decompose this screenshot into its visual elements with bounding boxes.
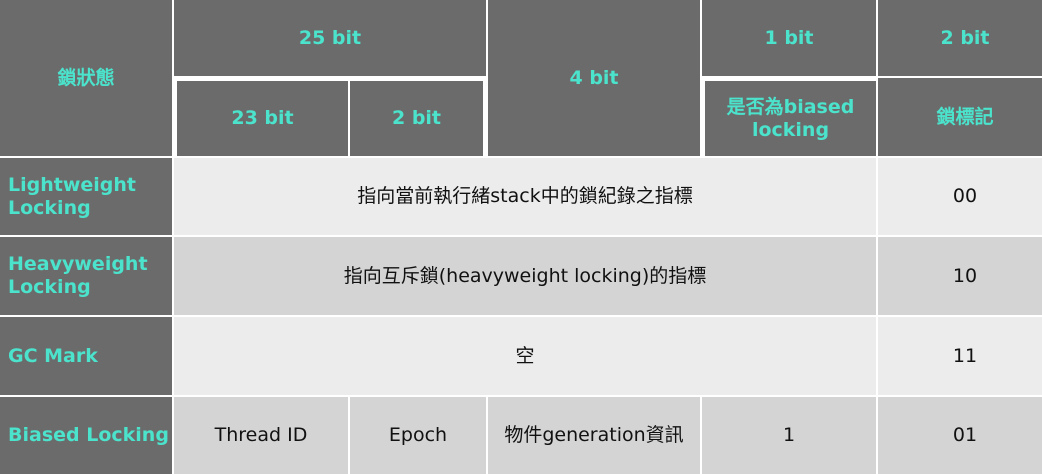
- row-flag-biased: 01: [878, 397, 1042, 474]
- header-25-bit: 25 bit: [174, 0, 486, 76]
- lock-state-table: 鎖狀態 25 bit 4 bit 1 bit 2 bit 23 bit 2 bi…: [0, 0, 1042, 474]
- header-is-biased: 是否為biased locking: [702, 78, 876, 156]
- row-thread-id-biased: Thread ID: [174, 397, 348, 474]
- header-lock-flag: 鎖標記: [878, 78, 1042, 156]
- row-flag-lightweight: 00: [878, 158, 1042, 235]
- row-state-heavyweight: Heavyweight Locking: [0, 237, 172, 315]
- row-content-gc-mark: 空: [174, 317, 876, 395]
- row-biased-bit: 1: [702, 397, 876, 474]
- row-content-lightweight: 指向當前執行緒stack中的鎖紀錄之指標: [174, 158, 876, 235]
- row-state-lightweight: Lightweight Locking: [0, 158, 172, 235]
- row-state-biased: Biased Locking: [0, 397, 172, 474]
- row-flag-gc-mark: 11: [878, 317, 1042, 395]
- header-2-bit: 2 bit: [878, 0, 1042, 76]
- row-generation-biased: 物件generation資訊: [488, 397, 700, 474]
- row-content-heavyweight: 指向互斥鎖(heavyweight locking)的指標: [174, 237, 876, 315]
- row-flag-heavyweight: 10: [878, 237, 1042, 315]
- header-1-bit: 1 bit: [702, 0, 876, 76]
- row-state-gc-mark: GC Mark: [0, 317, 172, 395]
- header-4-bit: 4 bit: [488, 0, 700, 156]
- header-23-bit: 23 bit: [174, 78, 348, 156]
- row-epoch-biased: Epoch: [350, 397, 486, 474]
- header-lock-state: 鎖狀態: [0, 0, 172, 156]
- header-2-bit-sub: 2 bit: [350, 78, 486, 156]
